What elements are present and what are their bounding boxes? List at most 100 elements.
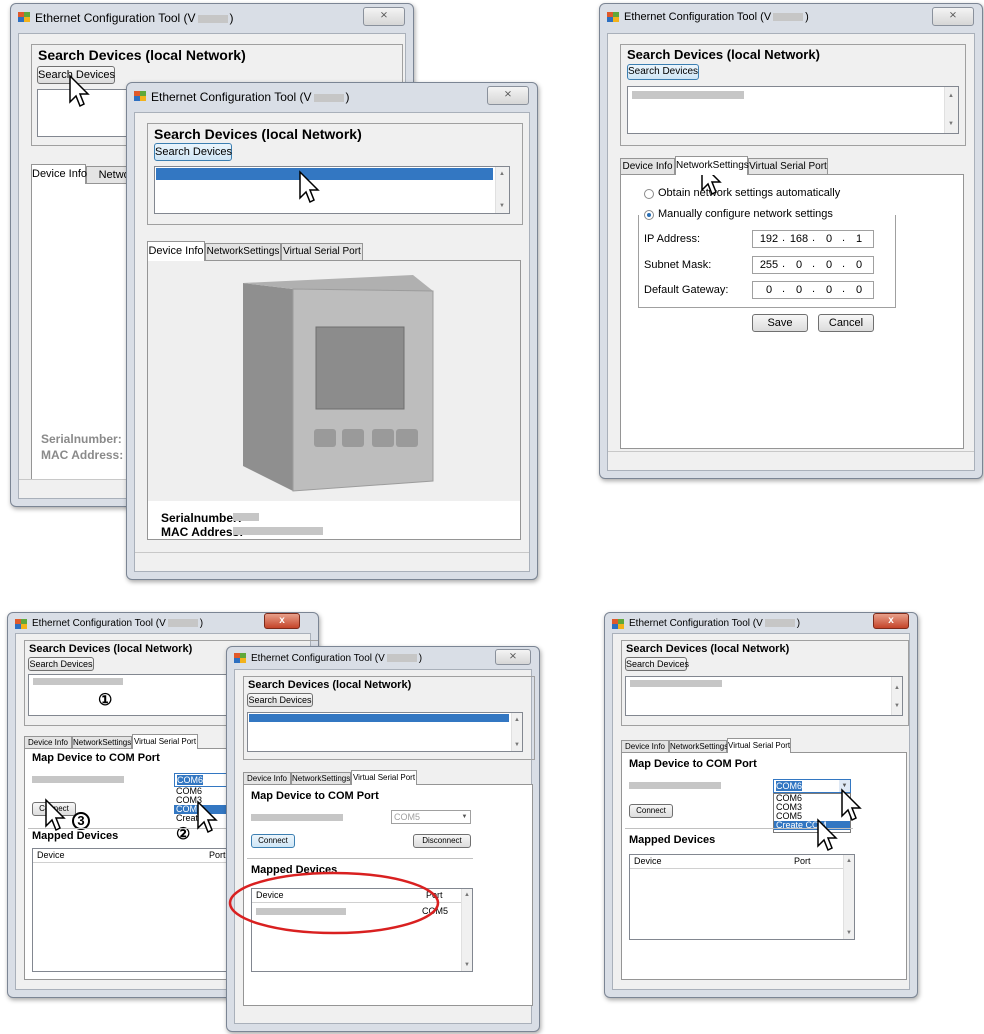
window-title: Ethernet Configuration Tool (V) [251,653,423,664]
search-devices-button[interactable]: Search Devices [28,657,94,671]
tab-device-info[interactable]: Device Info [31,164,87,184]
ip-address-field[interactable]: 192. 168. 0. 1 [752,230,874,248]
app-icon [612,619,624,630]
mapped-devices-grid[interactable]: Device Port ▲ ▼ [629,854,855,940]
cancel-button[interactable]: Cancel [818,314,874,332]
device-name [32,776,124,783]
device-entry[interactable] [632,91,744,99]
search-group-title: Search Devices (local Network) [29,643,193,655]
tab-virtual-serial-port[interactable]: Virtual Serial Port [727,738,791,753]
device-name [251,814,343,821]
scrollbar[interactable]: ▲ ▼ [511,713,522,751]
map-device-title: Map Device to COM Port [629,758,757,770]
client-area: Search Devices (local Network) Search De… [134,112,530,572]
scrollbar[interactable]: ▲ ▼ [461,889,472,971]
scrollbar[interactable]: ▲ ▼ [944,87,958,133]
dropdown-option-create[interactable]: Create [174,814,234,823]
device-illustration [148,261,520,501]
close-icon[interactable]: x [264,613,300,629]
search-group-title: Search Devices (local Network) [248,679,412,691]
column-port[interactable]: Port [794,856,811,866]
window-bottom-right: Ethernet Configuration Tool (V) x Search… [604,612,918,998]
title-bar: Ethernet Configuration Tool (V) x [8,613,318,635]
scrollbar[interactable]: ▲ ▼ [843,855,854,939]
device-name [629,782,721,789]
tab-virtual-serial-port[interactable]: Virtual Serial Port [748,158,828,175]
highlight-ellipse [228,871,440,935]
device-list[interactable]: ▲ ▼ [154,166,510,214]
map-device-title: Map Device to COM Port [251,790,379,802]
app-icon [234,653,246,664]
tab-virtual-serial-port[interactable]: Virtual Serial Port [351,770,417,785]
tab-network-settings[interactable]: NetworkSettings [675,156,749,175]
com-port-combo[interactable]: COM6 ▼ [773,779,851,793]
tab-network-settings[interactable]: NetworkSettings [205,243,281,261]
search-devices-button[interactable]: Search Devices [625,657,689,671]
disconnect-button[interactable]: Disconnect [413,834,471,848]
mapped-devices-title: Mapped Devices [629,834,716,846]
search-group-title: Search Devices (local Network) [627,47,820,62]
client-area: Search Devices (local Network) Search De… [234,669,535,1024]
window-title: Ethernet Configuration Tool (V) [151,90,350,104]
search-devices-button[interactable]: Search Devices [37,66,115,84]
obtain-automatically-label[interactable]: Obtain network settings automatically [658,187,840,199]
connect-button[interactable]: Connect [629,804,673,818]
scrollbar[interactable]: ▲ ▼ [891,677,902,715]
com-port-dropdown[interactable]: COM6 COM3 COM5 Create [174,787,234,825]
window-network-settings: Ethernet Configuration Tool (V) ⨯ Search… [599,3,983,479]
close-icon[interactable]: x [873,613,909,629]
search-group-title: Search Devices (local Network) [626,643,790,655]
tab-virtual-serial-port[interactable]: Virtual Serial Port [281,243,363,261]
device-entry[interactable] [630,680,722,687]
close-icon[interactable]: ⨯ [487,86,529,105]
window-title: Ethernet Configuration Tool (V) [32,618,204,629]
column-device[interactable]: Device [634,856,662,866]
device-entry[interactable] [33,678,123,685]
grid-header: Device Port [630,855,854,869]
step-1-marker: ① [98,692,113,709]
window-title: Ethernet Configuration Tool (V) [624,11,809,23]
title-bar: Ethernet Configuration Tool (V) ⨯ [600,4,982,32]
column-device[interactable]: Device [37,850,65,860]
app-icon [15,619,27,630]
save-button[interactable]: Save [752,314,808,332]
app-icon [607,12,619,23]
mac-value [233,527,323,535]
column-port[interactable]: Port [209,850,226,860]
com-port-dropdown[interactable]: COM6 COM3 COM5 Create COM [773,793,851,833]
search-devices-button[interactable]: Search Devices [247,693,313,707]
title-bar: Ethernet Configuration Tool (V) ⨯ [227,647,539,669]
selected-device-row[interactable] [249,714,509,722]
tab-device-info[interactable]: Device Info [620,158,675,175]
device-list[interactable]: ▲ ▼ [627,86,959,134]
search-devices-button[interactable]: Search Devices [154,143,232,161]
default-gateway-label: Default Gateway: [644,284,729,296]
scrollbar[interactable]: ▲ ▼ [495,167,509,213]
close-icon[interactable]: ⨯ [932,7,974,26]
serial-label: Serialnumber: [41,432,122,446]
device-list[interactable]: ▲ ▼ [625,676,903,716]
com-port-combo[interactable]: COM6 [174,773,234,787]
search-devices-button[interactable]: Search Devices [627,64,699,80]
window-title: Ethernet Configuration Tool (V) [35,11,234,25]
com-port-combo[interactable]: COM5 ▼ [391,810,471,824]
subnet-mask-field[interactable]: 255. 0. 0. 0 [752,256,874,274]
obtain-automatically-radio[interactable] [644,189,654,199]
device-list[interactable]: ▲ ▼ [247,712,523,752]
close-icon[interactable]: ⨯ [363,7,405,26]
close-icon[interactable]: ⨯ [495,649,531,665]
serial-label: Serialnumber: [161,511,242,525]
serial-value [233,513,259,521]
connect-button[interactable]: Connect [32,802,76,816]
default-gateway-field[interactable]: 0. 0. 0. 0 [752,281,874,299]
connect-button[interactable]: Connect [251,834,295,848]
tab-virtual-serial-port[interactable]: Virtual Serial Port [132,734,198,749]
window-front-bottom-left: Ethernet Configuration Tool (V) ⨯ Search… [226,646,540,1032]
window-title: Ethernet Configuration Tool (V) [629,618,801,629]
app-icon [18,12,30,23]
tab-device-info[interactable]: Device Info [147,241,205,261]
ip-address-label: IP Address: [644,233,701,245]
title-bar: Ethernet Configuration Tool (V) ⨯ [127,83,537,111]
selected-device-row[interactable] [156,168,493,180]
subnet-mask-label: Subnet Mask: [644,259,712,271]
